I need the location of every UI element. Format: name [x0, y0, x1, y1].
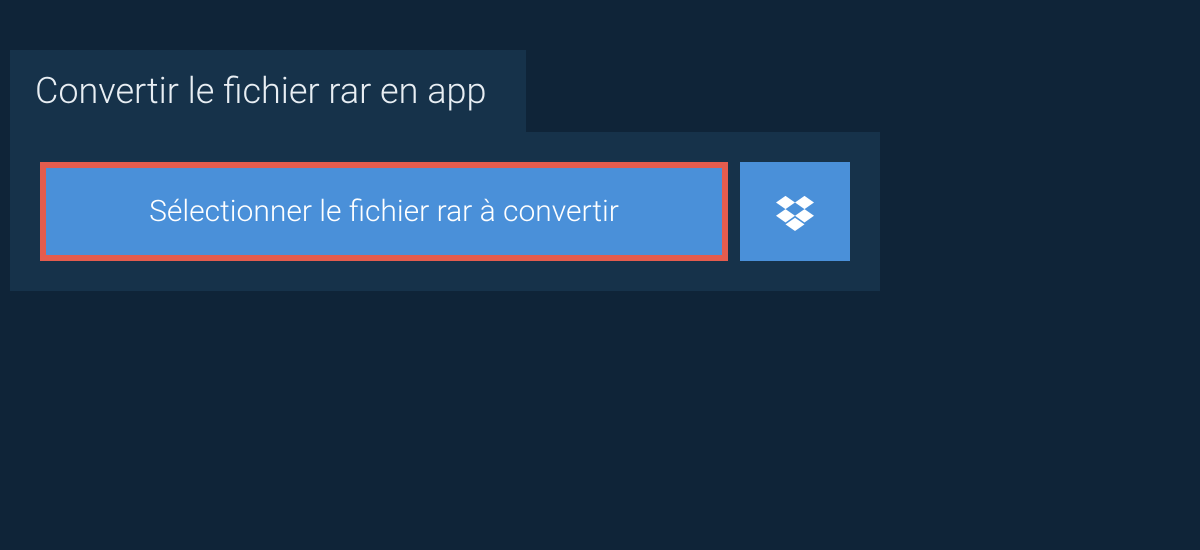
- select-file-button[interactable]: Sélectionner le fichier rar à convertir: [40, 162, 728, 261]
- tab-convert[interactable]: Convertir le fichier rar en app: [10, 50, 526, 132]
- tab-title: Convertir le fichier rar en app: [35, 70, 486, 112]
- action-panel: Sélectionner le fichier rar à convertir: [10, 132, 880, 291]
- select-file-label: Sélectionner le fichier rar à convertir: [149, 194, 619, 229]
- dropbox-icon: [776, 193, 814, 231]
- tab-container: Convertir le fichier rar en app: [10, 50, 1200, 132]
- dropbox-button[interactable]: [740, 162, 850, 261]
